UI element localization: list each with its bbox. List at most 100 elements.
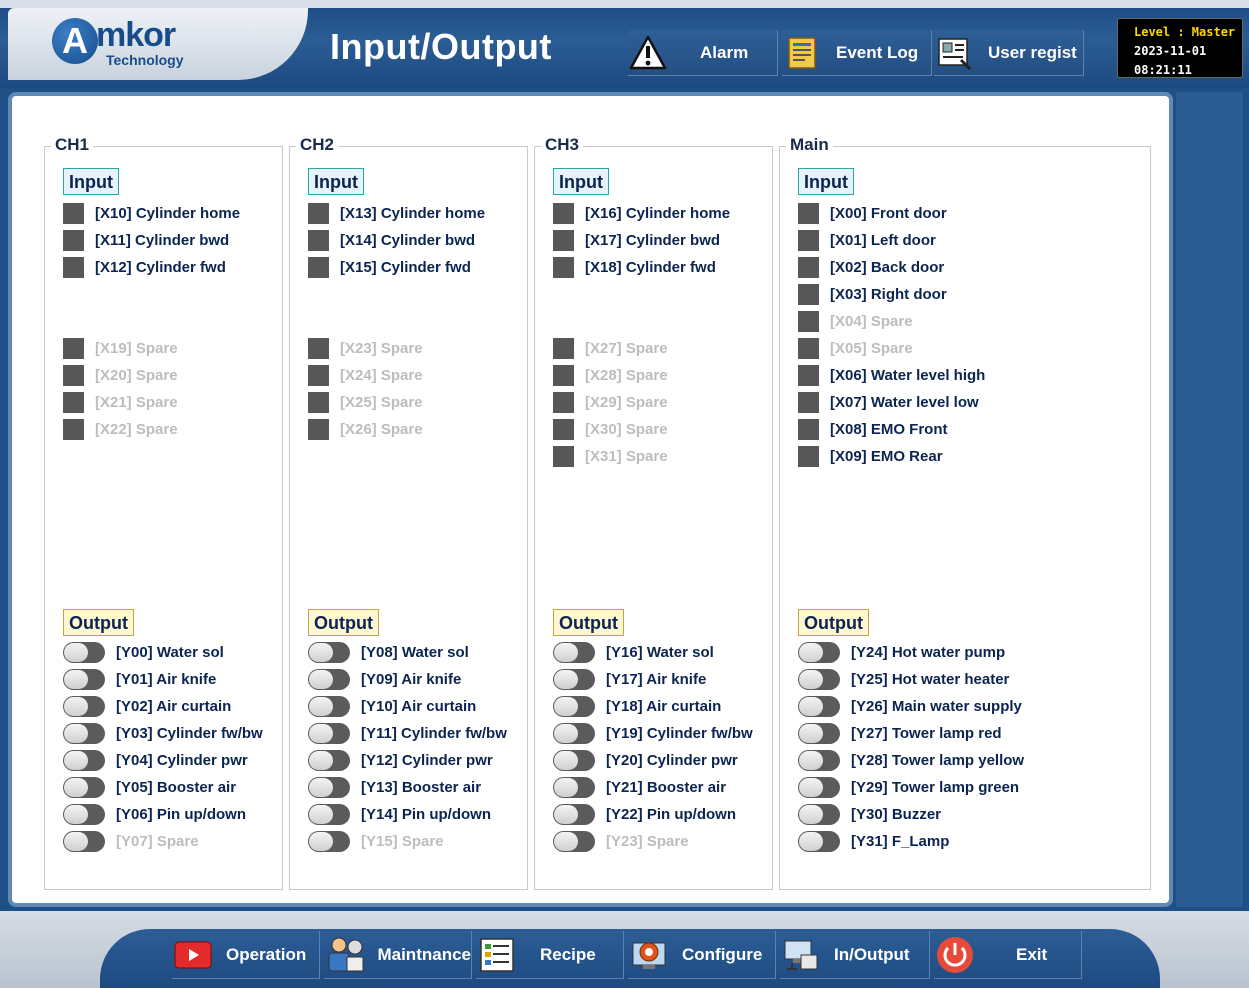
output-toggle[interactable] bbox=[798, 722, 840, 744]
input-item: [X04] Spare bbox=[798, 310, 913, 332]
output-toggle[interactable] bbox=[308, 722, 350, 744]
play-icon bbox=[172, 934, 214, 976]
input-indicator bbox=[798, 364, 819, 386]
input-indicator bbox=[308, 391, 329, 413]
output-toggle[interactable] bbox=[308, 749, 350, 771]
output-toggle[interactable] bbox=[63, 776, 105, 798]
user-regist-button[interactable]: User regist bbox=[934, 30, 1084, 76]
output-toggle[interactable] bbox=[553, 668, 595, 690]
panel-title: Main bbox=[786, 135, 833, 155]
input-item: [X27] Spare bbox=[553, 337, 668, 359]
output-item[interactable]: [Y23] Spare bbox=[553, 830, 689, 852]
output-toggle[interactable] bbox=[63, 722, 105, 744]
header-bar: A mkor Technology Input/Output Alarm Eve… bbox=[0, 0, 1249, 88]
event-log-button[interactable]: Event Log bbox=[782, 30, 932, 76]
input-item: [X31] Spare bbox=[553, 445, 668, 467]
output-item[interactable]: [Y00] Water sol bbox=[63, 641, 224, 663]
output-item[interactable]: [Y12] Cylinder pwr bbox=[308, 749, 493, 771]
output-item[interactable]: [Y16] Water sol bbox=[553, 641, 714, 663]
output-toggle[interactable] bbox=[798, 749, 840, 771]
input-section-label: Input bbox=[798, 168, 854, 195]
output-toggle[interactable] bbox=[308, 641, 350, 663]
output-toggle[interactable] bbox=[798, 668, 840, 690]
input-item: [X21] Spare bbox=[63, 391, 178, 413]
output-toggle[interactable] bbox=[798, 803, 840, 825]
output-item[interactable]: [Y14] Pin up/down bbox=[308, 803, 491, 825]
output-toggle[interactable] bbox=[63, 668, 105, 690]
output-item[interactable]: [Y21] Booster air bbox=[553, 776, 726, 798]
output-item[interactable]: [Y10] Air curtain bbox=[308, 695, 476, 717]
output-item[interactable]: [Y11] Cylinder fw/bw bbox=[308, 722, 507, 744]
maintenance-icon bbox=[324, 934, 365, 976]
output-item[interactable]: [Y15] Spare bbox=[308, 830, 444, 852]
output-toggle[interactable] bbox=[553, 749, 595, 771]
in-output-button[interactable]: In/Output bbox=[780, 931, 930, 979]
output-toggle[interactable] bbox=[308, 776, 350, 798]
output-item[interactable]: [Y20] Cylinder pwr bbox=[553, 749, 738, 771]
input-indicator bbox=[798, 283, 819, 305]
input-item: [X24] Spare bbox=[308, 364, 423, 386]
output-item[interactable]: [Y02] Air curtain bbox=[63, 695, 231, 717]
input-indicator bbox=[798, 202, 819, 224]
output-item[interactable]: [Y22] Pin up/down bbox=[553, 803, 736, 825]
operation-button[interactable]: Operation bbox=[172, 931, 320, 979]
output-item[interactable]: [Y07] Spare bbox=[63, 830, 199, 852]
output-toggle[interactable] bbox=[308, 668, 350, 690]
output-toggle[interactable] bbox=[308, 803, 350, 825]
output-item[interactable]: [Y03] Cylinder fw/bw bbox=[63, 722, 263, 744]
maintnance-label: Maintnance bbox=[377, 944, 471, 964]
output-toggle[interactable] bbox=[63, 695, 105, 717]
output-item[interactable]: [Y28] Tower lamp yellow bbox=[798, 749, 1024, 771]
output-item[interactable]: [Y05] Booster air bbox=[63, 776, 236, 798]
alarm-button[interactable]: Alarm bbox=[628, 30, 778, 76]
output-item[interactable]: [Y04] Cylinder pwr bbox=[63, 749, 248, 771]
output-item[interactable]: [Y17] Air knife bbox=[553, 668, 706, 690]
output-toggle[interactable] bbox=[798, 776, 840, 798]
output-toggle[interactable] bbox=[308, 830, 350, 852]
maintnance-button[interactable]: Maintnance bbox=[324, 931, 472, 979]
gear-icon bbox=[628, 934, 670, 976]
input-item: [X06] Water level high bbox=[798, 364, 985, 386]
output-item[interactable]: [Y29] Tower lamp green bbox=[798, 776, 1019, 798]
exit-button[interactable]: Exit bbox=[934, 931, 1082, 979]
input-indicator bbox=[308, 337, 329, 359]
recipe-button[interactable]: Recipe bbox=[476, 931, 624, 979]
output-item[interactable]: [Y01] Air knife bbox=[63, 668, 216, 690]
output-toggle[interactable] bbox=[553, 641, 595, 663]
output-section-label: Output bbox=[63, 609, 134, 636]
output-item[interactable]: [Y13] Booster air bbox=[308, 776, 481, 798]
output-toggle[interactable] bbox=[798, 695, 840, 717]
input-indicator bbox=[798, 337, 819, 359]
output-toggle[interactable] bbox=[63, 749, 105, 771]
output-item[interactable]: [Y25] Hot water heater bbox=[798, 668, 1009, 690]
output-item[interactable]: [Y27] Tower lamp red bbox=[798, 722, 1002, 744]
output-item[interactable]: [Y08] Water sol bbox=[308, 641, 469, 663]
input-item: [X08] EMO Front bbox=[798, 418, 948, 440]
current-date: 2023-11-01 bbox=[1134, 44, 1207, 58]
output-toggle[interactable] bbox=[553, 722, 595, 744]
output-toggle[interactable] bbox=[553, 695, 595, 717]
input-indicator bbox=[553, 445, 574, 467]
output-toggle[interactable] bbox=[63, 641, 105, 663]
panel-ch2: CH2 Input [X13] Cylinder home [X14] Cyli… bbox=[289, 135, 528, 890]
input-indicator bbox=[798, 229, 819, 251]
output-item[interactable]: [Y09] Air knife bbox=[308, 668, 461, 690]
output-item[interactable]: [Y06] Pin up/down bbox=[63, 803, 246, 825]
output-item[interactable]: [Y31] F_Lamp bbox=[798, 830, 949, 852]
output-toggle[interactable] bbox=[798, 641, 840, 663]
output-item[interactable]: [Y24] Hot water pump bbox=[798, 641, 1005, 663]
output-item[interactable]: [Y30] Buzzer bbox=[798, 803, 941, 825]
output-toggle[interactable] bbox=[63, 830, 105, 852]
output-item[interactable]: [Y26] Main water supply bbox=[798, 695, 1022, 717]
output-toggle[interactable] bbox=[63, 803, 105, 825]
output-toggle[interactable] bbox=[553, 803, 595, 825]
configure-button[interactable]: Configure bbox=[628, 931, 776, 979]
output-item[interactable]: [Y18] Air curtain bbox=[553, 695, 721, 717]
output-toggle[interactable] bbox=[308, 695, 350, 717]
output-toggle[interactable] bbox=[553, 776, 595, 798]
warning-icon bbox=[628, 33, 668, 73]
output-toggle[interactable] bbox=[798, 830, 840, 852]
output-item[interactable]: [Y19] Cylinder fw/bw bbox=[553, 722, 753, 744]
input-indicator bbox=[553, 229, 574, 251]
output-toggle[interactable] bbox=[553, 830, 595, 852]
